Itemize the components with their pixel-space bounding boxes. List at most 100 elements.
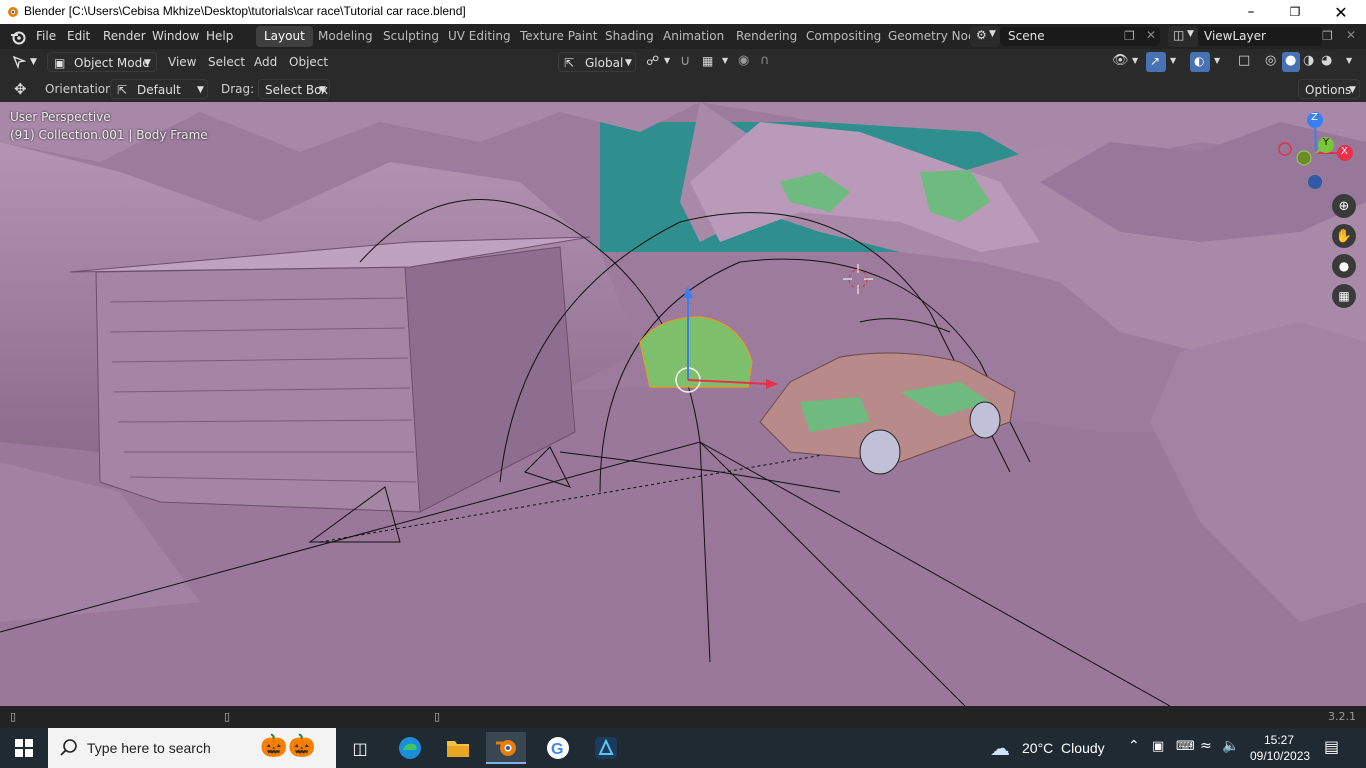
zoom-button[interactable]: ⊕ <box>1332 194 1356 218</box>
blender-taskbar-button[interactable] <box>486 732 526 764</box>
viewlayer-name: ViewLayer <box>1204 29 1266 43</box>
menu-render[interactable]: Render <box>103 29 146 43</box>
options-dropdown[interactable]: Options ▼ <box>1298 79 1360 99</box>
mode-dropdown[interactable]: ▣ Object Mode ▼ <box>47 52 157 72</box>
snap-target-icon[interactable]: ▦ <box>702 54 713 68</box>
tab-compositing[interactable]: Compositing <box>798 26 889 47</box>
viewport-collection-text: (91) Collection.001 | Body Frame <box>10 128 208 142</box>
cursor-icon <box>12 55 26 69</box>
mouse-middle-icon: ▯ <box>224 710 231 723</box>
file-explorer-button[interactable] <box>438 732 478 764</box>
falloff-icon[interactable]: ∩ <box>760 53 770 68</box>
3d-viewport[interactable]: User Perspective (91) Collection.001 | B… <box>0 102 1366 706</box>
proportional-edit-icon[interactable]: ◉ <box>738 53 749 68</box>
orientation-label: Orientation: <box>45 82 117 96</box>
wifi-icon[interactable]: ≈ <box>1200 738 1212 754</box>
tab-modeling[interactable]: Modeling <box>310 26 381 47</box>
viewlayer-name-field[interactable]: ViewLayer <box>1198 27 1322 46</box>
wireframe-shading-icon[interactable]: ◎ <box>1265 53 1276 68</box>
hand-icon: ✋ <box>1335 228 1353 244</box>
clock-date: 09/10/2023 <box>1250 749 1311 763</box>
chevron-down-icon: ▼ <box>30 57 37 67</box>
affinity-icon <box>595 737 617 759</box>
move-tool-icon[interactable]: ✥ <box>14 80 27 98</box>
menu-select[interactable]: Select <box>208 55 245 69</box>
start-button[interactable] <box>4 732 44 764</box>
ortho-toggle-button[interactable]: ▦ <box>1332 284 1356 308</box>
tab-shading[interactable]: Shading <box>597 26 662 47</box>
tool-settings-bar: ✥ Orientation: ⇱ Default ▼ Drag: Select … <box>0 75 1366 103</box>
chevron-up-icon[interactable]: ⌃ <box>1128 738 1140 754</box>
window-titlebar: Blender [C:\Users\Cebisa Mkhize\Desktop\… <box>0 0 1366 24</box>
minimize-icon: – <box>1247 4 1255 20</box>
scene-render <box>0 102 1366 706</box>
input-method-icon[interactable]: ⌨ <box>1176 739 1195 754</box>
xray-icon[interactable]: □ <box>1238 53 1250 68</box>
edge-button[interactable] <box>390 732 430 764</box>
google-button[interactable]: G <box>538 732 578 764</box>
camera-view-button[interactable]: ● <box>1332 254 1356 278</box>
gizmo-icon: ↗ <box>1150 54 1161 68</box>
chevron-down-icon: ▼ <box>722 56 729 65</box>
drag-dropdown[interactable]: Select Box ▼ <box>258 79 330 99</box>
minimize-button[interactable]: – <box>1228 0 1274 24</box>
editor-type-button[interactable]: ▼ <box>6 52 42 72</box>
material-shading-icon[interactable]: ◑ <box>1303 53 1314 68</box>
orientation-dropdown[interactable]: ⇱ Default ▼ <box>110 79 208 99</box>
tab-uv-editing[interactable]: UV Editing <box>440 26 519 47</box>
menu-view[interactable]: View <box>168 55 196 69</box>
rendered-shading-icon[interactable]: ◕ <box>1321 53 1332 68</box>
svg-text:G: G <box>551 741 563 758</box>
scene-selector-button[interactable]: ⚙ ▼ <box>970 26 1000 47</box>
gizmo-toggle-button[interactable]: ↗ <box>1146 52 1166 72</box>
snap-icon[interactable]: ∪ <box>680 53 690 69</box>
close-button[interactable]: ✕ <box>1318 0 1364 24</box>
viewlayer-selector-button[interactable]: ◫ ▼ <box>1168 26 1198 47</box>
cloud-icon: ☁ <box>990 736 1010 760</box>
overlay-icon: ◐ <box>1194 54 1205 68</box>
restore-button[interactable]: ❐ <box>1272 0 1318 24</box>
taskbar-search-box[interactable]: Type here to search 🎃 🎃 <box>48 728 336 768</box>
chevron-down-icon: ▼ <box>1349 85 1356 95</box>
folder-icon <box>447 741 469 757</box>
weather-text[interactable]: 20°C Cloudy <box>1022 740 1105 756</box>
task-view-button[interactable]: ◫ <box>340 732 380 764</box>
pan-button[interactable]: ✋ <box>1332 224 1356 248</box>
scene-icon: ⚙ <box>976 28 987 42</box>
scene-name-field[interactable]: Scene <box>1000 27 1160 46</box>
orientation-icon: ⇱ <box>117 83 128 97</box>
blender-menu-icon[interactable] <box>10 29 26 45</box>
menu-file[interactable]: File <box>36 29 56 43</box>
remove-viewlayer-icon[interactable]: ✕ <box>1346 28 1356 42</box>
speaker-icon[interactable]: 🔈 <box>1222 738 1239 754</box>
tab-geometry-nodes[interactable]: Geometry Noc <box>880 26 983 47</box>
menu-object[interactable]: Object <box>289 55 328 69</box>
duplicate-viewlayer-icon[interactable]: ❐ <box>1322 29 1333 43</box>
transform-orientation-dropdown[interactable]: ⇱ Global ▼ <box>558 52 636 72</box>
tab-sculpting[interactable]: Sculpting <box>375 26 447 47</box>
navigation-gizmo[interactable]: Z Y X <box>1278 108 1358 194</box>
overlay-toggle-button[interactable]: ◐ <box>1190 52 1210 72</box>
affinity-button[interactable] <box>586 732 626 764</box>
menu-window[interactable]: Window <box>152 29 199 43</box>
pivot-point-icon[interactable]: ☍ <box>646 54 659 69</box>
tab-rendering[interactable]: Rendering <box>728 26 805 47</box>
chevron-down-icon: ▼ <box>319 85 326 95</box>
menu-edit[interactable]: Edit <box>67 29 90 43</box>
mode-value: Object Mode <box>74 56 150 70</box>
remove-scene-icon[interactable]: ✕ <box>1146 28 1156 42</box>
tab-animation[interactable]: Animation <box>655 26 732 47</box>
mouse-right-icon: ▯ <box>434 710 441 723</box>
clock[interactable]: 15:27 09/10/2023 <box>1248 730 1310 766</box>
blender-icon <box>496 740 516 756</box>
tab-layout[interactable]: Layout <box>256 26 313 47</box>
notifications-icon[interactable]: ▤ <box>1324 737 1339 756</box>
visibility-icon[interactable]: 👁 <box>1112 53 1129 68</box>
meet-now-icon[interactable]: ▣ <box>1152 739 1164 754</box>
menu-help[interactable]: Help <box>206 29 233 43</box>
menu-add[interactable]: Add <box>254 55 277 69</box>
close-icon: ✕ <box>1334 2 1348 22</box>
tab-texture-paint[interactable]: Texture Paint <box>512 26 605 47</box>
duplicate-scene-icon[interactable]: ❐ <box>1124 29 1135 43</box>
gizmo-neg-x-axis <box>1278 142 1292 156</box>
